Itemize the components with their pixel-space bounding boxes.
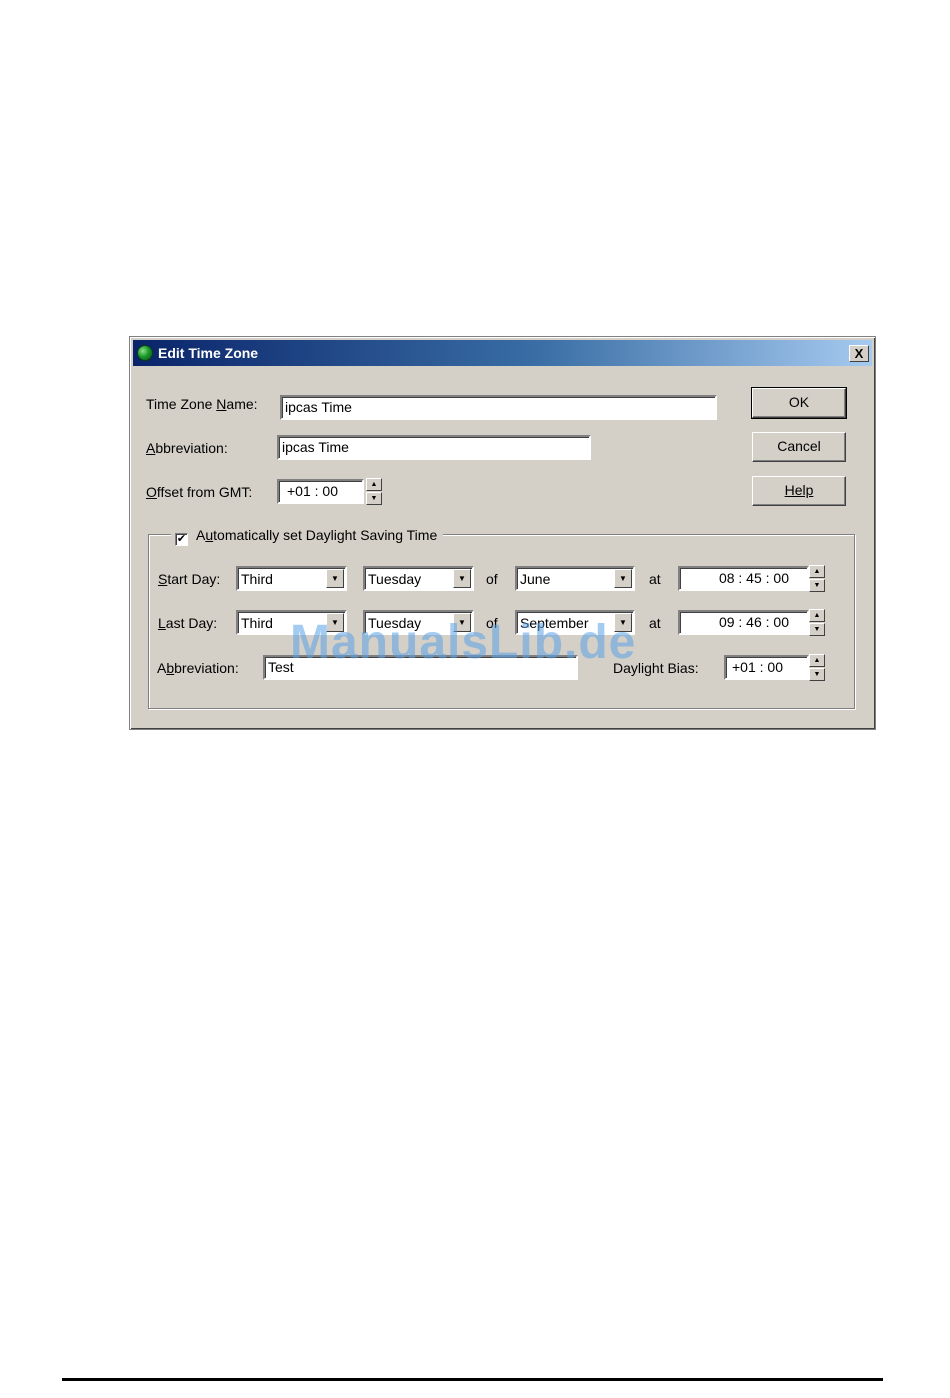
spin-up-icon[interactable]: ▲ [366,478,382,491]
offset-spinner[interactable]: ▲ ▼ [366,478,382,505]
watermark: ManualsLib.de [290,616,637,669]
spin-down-icon[interactable]: ▼ [809,623,825,636]
spin-down-icon[interactable]: ▼ [809,579,825,592]
offset-label: Offset from GMT: [146,484,253,500]
ok-button[interactable]: OK [751,387,847,419]
spin-up-icon[interactable]: ▲ [809,654,825,667]
last-time-spinner[interactable]: ▲ ▼ [809,609,825,636]
daylight-saving-checkbox[interactable]: ✔ [175,533,188,546]
last-time-input[interactable]: 09 : 46 : 00 [678,610,809,635]
start-day-label: Start Day: [158,571,221,587]
daylight-bias-spinner[interactable]: ▲ ▼ [809,654,825,681]
spin-down-icon[interactable]: ▼ [809,668,825,681]
chevron-down-icon[interactable]: ▼ [614,569,632,588]
time-zone-name-label: Time Zone Name: [146,396,258,412]
offset-input[interactable]: +01 : 00 [277,479,364,504]
start-time-input[interactable]: 08 : 45 : 00 [678,566,809,591]
start-week-select[interactable]: Third ▼ [236,566,347,591]
dialog-title: Edit Time Zone [158,345,259,361]
chevron-down-icon[interactable]: ▼ [326,569,344,588]
last-at-label: at [649,615,661,631]
last-day-label: Last Day: [158,615,218,631]
title-bar[interactable]: Edit Time Zone X [133,340,872,366]
abbreviation-input[interactable]: ipcas Time [277,435,591,460]
bottom-rule [62,1378,883,1381]
spin-up-icon[interactable]: ▲ [809,565,825,578]
daylight-saving-checkbox-row[interactable]: ✔ Automatically set Daylight Saving Time [171,525,444,546]
start-of-label: of [486,571,498,587]
close-button[interactable]: X [849,345,869,362]
start-time-spinner[interactable]: ▲ ▼ [809,565,825,592]
spin-up-icon[interactable]: ▲ [809,609,825,622]
help-button[interactable]: Help [752,476,846,506]
start-weekday-select[interactable]: Tuesday ▼ [363,566,474,591]
start-at-label: at [649,571,661,587]
globe-icon [137,345,153,361]
dst-abbreviation-label: Abbreviation: [157,660,239,676]
start-month-select[interactable]: June ▼ [515,566,635,591]
spin-down-icon[interactable]: ▼ [366,492,382,505]
cancel-button[interactable]: Cancel [752,432,846,462]
time-zone-name-input[interactable]: ipcas Time [280,395,717,420]
abbreviation-label: Abbreviation: [146,440,228,456]
edit-time-zone-dialog: Edit Time Zone X Time Zone Name: ipcas T… [129,336,876,730]
chevron-down-icon[interactable]: ▼ [453,569,471,588]
daylight-bias-input[interactable]: +01 : 00 [724,655,809,680]
